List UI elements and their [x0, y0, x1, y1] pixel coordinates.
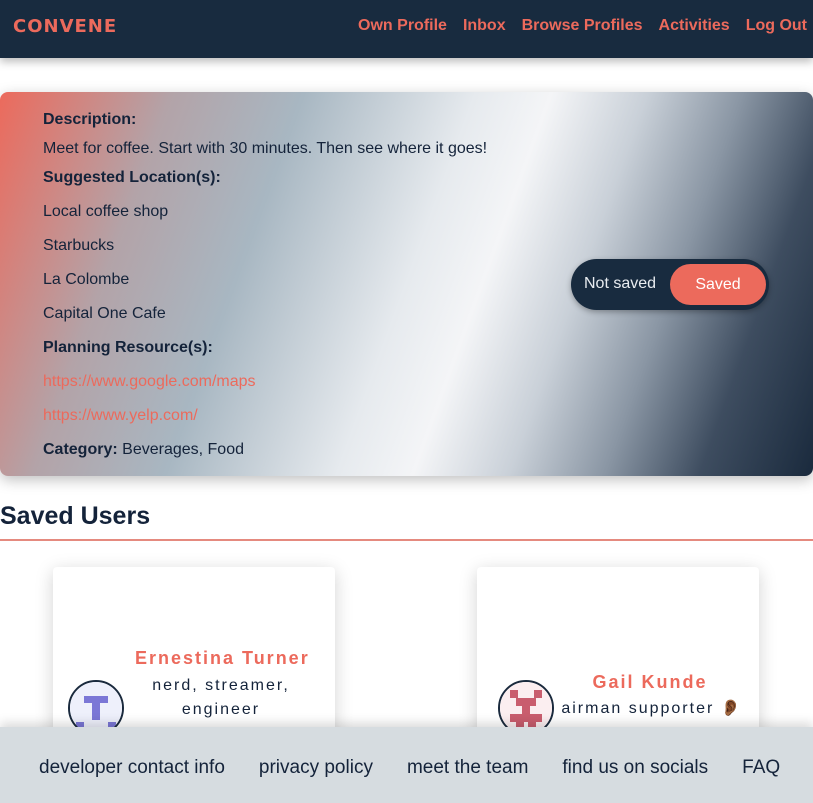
category-row: Category: Beverages, Food [43, 441, 244, 459]
nav-inbox[interactable]: Inbox [463, 17, 506, 35]
footer-links: developer contact info privacy policy me… [39, 757, 780, 779]
resource-item: https://www.yelp.com/ [43, 407, 256, 441]
brand-logo[interactable]: CONVENE [13, 16, 117, 37]
footer-privacy-policy-link[interactable]: privacy policy [259, 757, 373, 779]
user-name[interactable]: Ernestina Turner [135, 648, 308, 669]
resources-label: Planning Resource(s): [43, 339, 213, 356]
footer-socials-link[interactable]: find us on socials [562, 757, 708, 779]
location-item: Local coffee shop [43, 203, 169, 220]
toggle-saved-option[interactable]: Saved [670, 264, 766, 305]
description-text: Meet for coffee. Start with 30 minutes. … [43, 140, 488, 157]
user-tagline: airman supporter 👂🏾 [561, 700, 743, 717]
location-item: Starbucks [43, 237, 115, 254]
locations-list: Local coffee shop Starbucks La Colombe C… [43, 203, 168, 339]
footer-developer-contact-link[interactable]: developer contact info [39, 757, 225, 779]
user-tagline: nerd, streamer, engineer [152, 677, 290, 718]
nav-own-profile[interactable]: Own Profile [358, 17, 447, 35]
footer-faq-link[interactable]: FAQ [742, 757, 780, 779]
nav-browse-profiles[interactable]: Browse Profiles [522, 17, 643, 35]
category-label: Category: [43, 441, 118, 458]
resource-link-google-maps[interactable]: https://www.google.com/maps [43, 373, 256, 390]
footer-meet-the-team-link[interactable]: meet the team [407, 757, 528, 779]
resource-link-yelp[interactable]: https://www.yelp.com/ [43, 407, 198, 424]
location-item: Capital One Cafe [43, 305, 166, 322]
nav-log-out[interactable]: Log Out [746, 17, 807, 35]
nav-activities[interactable]: Activities [659, 17, 730, 35]
section-divider [0, 539, 813, 541]
top-navbar: CONVENE Own Profile Inbox Browse Profile… [0, 0, 813, 58]
save-toggle[interactable]: Not saved Saved [571, 259, 769, 310]
toggle-not-saved-option[interactable]: Not saved [584, 275, 656, 293]
description-label: Description: [43, 111, 137, 128]
saved-users-heading: Saved Users [0, 502, 151, 530]
user-name[interactable]: Gail Kunde [565, 672, 735, 693]
nav-links: Own Profile Inbox Browse Profiles Activi… [358, 17, 807, 35]
resource-item: https://www.google.com/maps [43, 373, 256, 407]
category-value: Beverages, Food [122, 441, 244, 458]
activity-card: Description: Meet for coffee. Start with… [0, 92, 813, 476]
resources-list: https://www.google.com/maps https://www.… [43, 373, 256, 441]
location-item: La Colombe [43, 271, 130, 288]
locations-label: Suggested Location(s): [43, 169, 221, 186]
site-footer: developer contact info privacy policy me… [0, 727, 813, 803]
